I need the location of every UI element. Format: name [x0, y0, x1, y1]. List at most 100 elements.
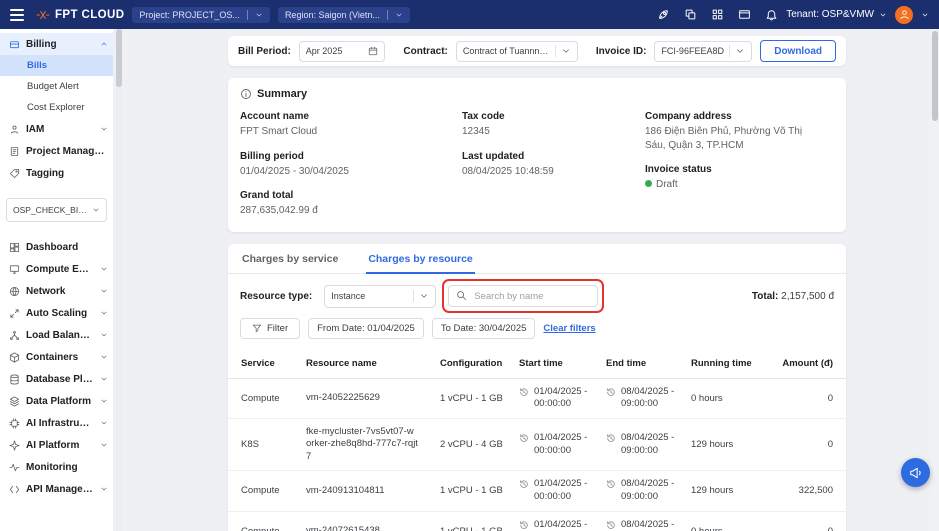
cell-start-time: 01/04/2025 -00:00:00: [513, 471, 600, 512]
sidebar-item-budget-alert[interactable]: Budget Alert: [0, 76, 113, 97]
history-icon: [606, 387, 616, 397]
tab-charges-by-service[interactable]: Charges by service: [240, 244, 340, 274]
iam-icon: [9, 124, 20, 135]
divider: [387, 10, 388, 20]
table-row[interactable]: Computevm-240726154381 vCPU - 1 GB01/04/…: [228, 511, 846, 531]
summary-card: Summary Account nameFPT Smart CloudBilli…: [228, 78, 846, 232]
menu-icon[interactable]: [10, 9, 24, 21]
sidebar-menu-bottom: DashboardCompute EngineNetworkAuto Scali…: [0, 236, 113, 500]
sidebar-item-auto-scaling[interactable]: Auto Scaling: [0, 302, 113, 324]
info-icon: [240, 88, 252, 100]
summary-title: Summary: [257, 88, 307, 100]
table-row[interactable]: K8Sfke-mycluster-7vs5vt07-worker-zhe8q8h…: [228, 419, 846, 471]
filter-button[interactable]: Filter: [240, 318, 300, 339]
main-area: Bill Period: Apr 2025 Contract: Contract…: [122, 29, 931, 531]
contract-select[interactable]: Contract of Tuannn52...: [456, 41, 578, 62]
cell-amount: 0: [763, 419, 846, 471]
megaphone-icon: [909, 466, 923, 480]
cell-amount: 0: [763, 511, 846, 531]
chevron-down-icon: [100, 265, 108, 273]
history-icon: [606, 520, 616, 530]
sidebar-item-dashboard[interactable]: Dashboard: [0, 236, 113, 258]
filter-chip[interactable]: To Date: 30/04/2025: [432, 318, 536, 339]
scrollbar-thumb[interactable]: [116, 29, 122, 87]
chevron-down-icon: [255, 11, 263, 19]
column-header-service: Service: [228, 349, 300, 379]
tenant-selector[interactable]: Tenant: OSP&VMW: [786, 9, 887, 20]
chevron-down-icon: [419, 291, 429, 301]
sidebar-item-label: Database Platform: [26, 374, 94, 385]
chevron-down-icon: [735, 46, 745, 56]
sidebar-item-api-management[interactable]: API Management: [0, 478, 113, 500]
bell-icon[interactable]: [765, 8, 778, 21]
summary-column: Tax code12345Last updated08/04/2025 10:4…: [462, 111, 645, 230]
tag-icon: [9, 168, 20, 179]
search-box-highlighted: [448, 285, 598, 307]
sidebar-item-compute-engine[interactable]: Compute Engine: [0, 258, 113, 280]
copy-icon[interactable]: [684, 8, 697, 21]
history-icon: [519, 479, 529, 489]
cell-service: Compute: [228, 378, 300, 419]
chevron-down-icon: [100, 441, 108, 449]
project-selector[interactable]: Project: PROJECT_OS...: [132, 7, 270, 23]
table-row[interactable]: Computevm-2409131048111 vCPU - 1 GB01/04…: [228, 471, 846, 512]
cell-running-time: 129 hours: [685, 471, 763, 512]
invoice-id-select[interactable]: FCI-96FEEA8D: [654, 41, 752, 62]
status-dot: [645, 180, 652, 187]
summary-column: Account nameFPT Smart CloudBilling perio…: [240, 111, 462, 230]
sidebar-item-iam[interactable]: IAM: [0, 118, 113, 140]
loadbalancer-icon: [9, 330, 20, 341]
cell-resource-name: fke-mycluster-7vs5vt07-worker-zhe8q8hd-7…: [300, 419, 434, 471]
feedback-button[interactable]: [901, 458, 930, 487]
funnel-icon: [252, 323, 262, 333]
scrollbar-thumb[interactable]: [932, 31, 938, 121]
sidebar-scrollbar[interactable]: [116, 29, 122, 531]
cell-running-time: 0 hours: [685, 511, 763, 531]
chevron-down-icon: [395, 11, 403, 19]
sidebar-item-monitoring[interactable]: Monitoring: [0, 456, 113, 478]
download-button[interactable]: Download: [760, 40, 836, 62]
sidebar-item-label: Billing: [26, 39, 94, 50]
sidebar-item-cost-explorer[interactable]: Cost Explorer: [0, 97, 113, 118]
filter-row: Filter From Date: 01/04/2025 To Date: 30/…: [228, 315, 846, 349]
sidebar-item-containers[interactable]: Containers: [0, 346, 113, 368]
api-icon: [9, 484, 20, 495]
filter-chip[interactable]: From Date: 01/04/2025: [308, 318, 424, 339]
region-selector[interactable]: Region: Saigon (Vietn...: [278, 7, 410, 23]
sidebar-item-ai-infrastructure[interactable]: AI Infrastructure: [0, 412, 113, 434]
charges-table: ServiceResource nameConfigurationStart t…: [228, 349, 846, 531]
sidebar-item-project-management[interactable]: Project Management: [0, 140, 113, 162]
dashboard-icon: [9, 242, 20, 253]
cell-start-time: 01/04/2025 -00:00:00: [513, 419, 600, 471]
total-amount: Total: 2,157,500 đ: [752, 291, 834, 302]
sidebar-item-data-platform[interactable]: Data Platform: [0, 390, 113, 412]
rocket-icon[interactable]: [657, 8, 670, 21]
window-icon[interactable]: [738, 8, 751, 21]
sidebar-item-tagging[interactable]: Tagging: [0, 162, 113, 184]
sidebar-item-bills[interactable]: Bills: [0, 55, 113, 76]
sidebar-item-label: AI Platform: [26, 440, 94, 451]
sidebar-item-ai-platform[interactable]: AI Platform: [0, 434, 113, 456]
apps-icon[interactable]: [711, 8, 724, 21]
sidebar-project-select[interactable]: OSP_CHECK_BILL_001: [6, 198, 107, 222]
table-row[interactable]: Computevm-240522256291 vCPU - 1 GB01/04/…: [228, 378, 846, 419]
summary-field-last-updated: Last updated08/04/2025 10:48:59: [462, 151, 645, 179]
ai-infra-icon: [9, 418, 20, 429]
tab-charges-by-resource[interactable]: Charges by resource: [366, 244, 474, 274]
resource-type-select[interactable]: Instance: [324, 285, 436, 308]
clear-filters-link[interactable]: Clear filters: [543, 323, 595, 334]
divider: [247, 10, 248, 20]
sidebar-item-billing[interactable]: Billing: [0, 33, 113, 55]
sidebar-item-database-platform[interactable]: Database Platform: [0, 368, 113, 390]
cell-end-time: 08/04/2025 -09:00:00: [600, 471, 685, 512]
brand-logo[interactable]: FPT CLOUD: [36, 8, 124, 22]
search-input[interactable]: [448, 285, 598, 307]
avatar[interactable]: [895, 6, 913, 24]
sidebar-item-network[interactable]: Network: [0, 280, 113, 302]
account-menu-caret-icon[interactable]: [921, 11, 929, 19]
sidebar-item-load-balancer[interactable]: Load Balancer: [0, 324, 113, 346]
bill-period-input[interactable]: Apr 2025: [299, 41, 386, 62]
chevron-down-icon: [879, 11, 887, 19]
ai-platform-icon: [9, 440, 20, 451]
page-scrollbar[interactable]: [931, 29, 939, 531]
